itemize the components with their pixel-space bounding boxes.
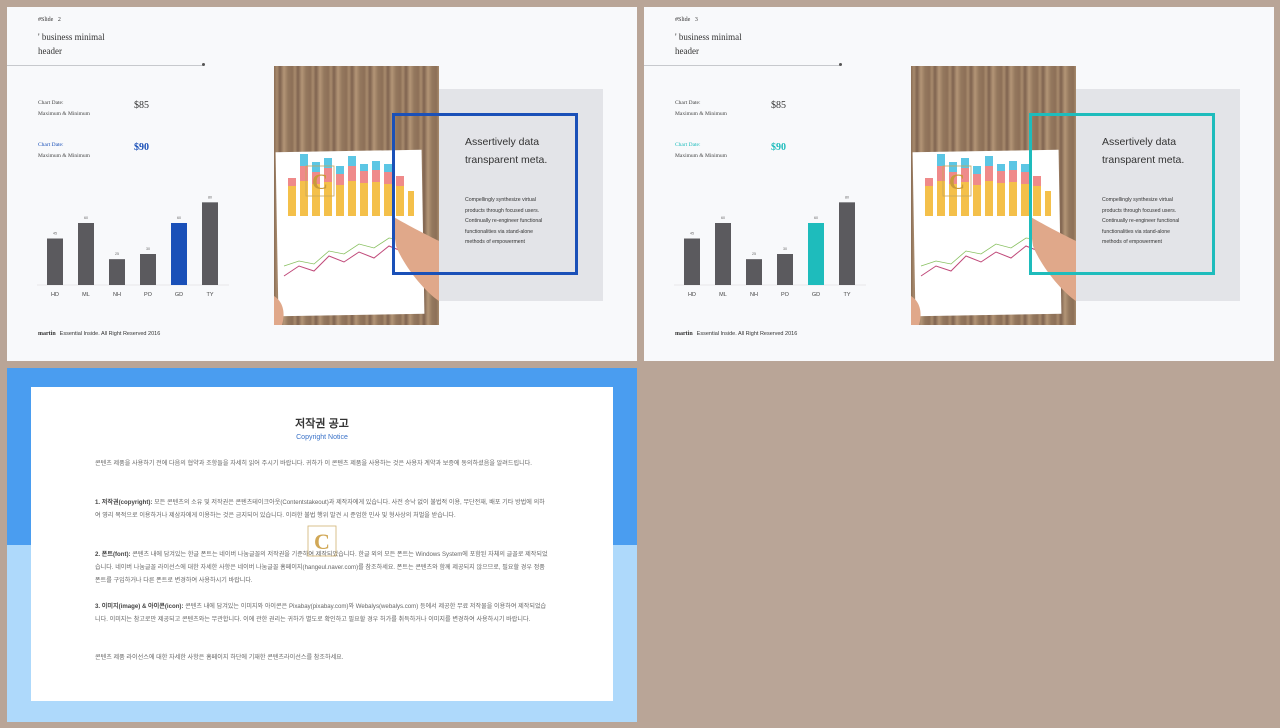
bar-po [777, 254, 793, 285]
notice-closing: 콘텐츠 제품 라이선스에 대한 자세한 사항은 홈페이지 하단에 기재한 콘텐츠… [95, 654, 344, 661]
bar-value-label: 25 [115, 252, 119, 256]
slide-thumbnail-3[interactable]: #Slide 3 ' business minimal header Chart … [644, 7, 1274, 361]
panel-title: Assertively data transparent meta. [465, 136, 548, 166]
svg-text:C: C [312, 169, 328, 194]
stat-label-1: Chart Date: Maximum & Minimum [38, 100, 90, 117]
stat-value-2: $90 [134, 142, 149, 153]
x-tick-label: TY [843, 292, 850, 298]
x-tick-label: GD [812, 292, 820, 298]
bar-ty [202, 202, 218, 285]
stat-value-2: $90 [771, 142, 786, 153]
x-tick-label: NH [750, 292, 758, 298]
header-divider [7, 65, 203, 66]
stat-value-1: $85 [771, 100, 786, 111]
stat-label-2: Chart Date: Maximum & Minimum [675, 142, 727, 159]
bar-ml [78, 223, 94, 285]
svg-text:C: C [949, 169, 965, 194]
bar-value-label: 80 [845, 195, 849, 199]
bar-chart: 45 HD 60 ML 25 NH 30 PO 60 GD 80 TY [37, 195, 229, 298]
slide-footer: martin Essential Inside. All Right Reserv… [38, 331, 161, 337]
notice-section-copyright: 1. 저작권(copyright): 모든 콘텐츠의 소유 및 저작권은 콘텐츠… [95, 499, 545, 519]
bar-value-label: 60 [721, 216, 725, 220]
x-tick-label: ML [719, 292, 727, 298]
bar-hd [684, 238, 700, 285]
bar-value-label: 60 [814, 216, 818, 220]
bar-ty [839, 202, 855, 285]
header-divider-dot [202, 63, 205, 66]
panel-body: Compellingly synthesize virtual products … [1102, 197, 1180, 245]
notice-subtitle: Copyright Notice [296, 434, 348, 441]
bar-gd [808, 223, 824, 285]
x-tick-label: HD [51, 292, 59, 298]
notice-title: 저작권 공고 [295, 418, 349, 430]
watermark-logo-icon: C [942, 165, 972, 197]
slide-number: #Slide 2 [38, 17, 61, 23]
bar-value-label: 60 [84, 216, 88, 220]
panel-body: Compellingly synthesize virtual products … [465, 197, 543, 245]
header-divider-dot [839, 63, 842, 66]
x-tick-label: PO [781, 292, 790, 298]
stat-label-2: Chart Date: Maximum & Minimum [38, 142, 90, 159]
svg-text:C: C [314, 529, 330, 554]
header-title: ' business minimal header [675, 32, 742, 56]
bar-gd [171, 223, 187, 285]
bar-value-label: 30 [146, 247, 150, 251]
slide-thumbnail-copyright-notice[interactable]: 저작권 공고 Copyright Notice 콘텐츠 제품을 사용하기 전에 … [7, 368, 637, 722]
x-tick-label: GD [175, 292, 183, 298]
bar-value-label: 60 [177, 216, 181, 220]
slide-number: #Slide 3 [675, 17, 698, 23]
header-divider [644, 65, 840, 66]
bar-value-label: 80 [208, 195, 212, 199]
x-tick-label: PO [144, 292, 153, 298]
x-tick-label: NH [113, 292, 121, 298]
bar-hd [47, 238, 63, 285]
bar-value-label: 45 [690, 232, 694, 236]
header-title: ' business minimal header [38, 32, 105, 56]
x-tick-label: TY [206, 292, 213, 298]
bar-ml [715, 223, 731, 285]
bar-nh [746, 259, 762, 285]
stat-value-1: $85 [134, 100, 149, 111]
bar-value-label: 25 [752, 252, 756, 256]
x-tick-label: HD [688, 292, 696, 298]
notice-card: 저작권 공고 Copyright Notice 콘텐츠 제품을 사용하기 전에 … [31, 387, 613, 701]
bar-value-label: 30 [783, 247, 787, 251]
bar-po [140, 254, 156, 285]
stat-label-1: Chart Date: Maximum & Minimum [675, 100, 727, 117]
slide-thumbnail-2[interactable]: #Slide 2 ' business minimal header Chart … [7, 7, 637, 361]
bar-value-label: 45 [53, 232, 57, 236]
slide-footer: martin Essential Inside. All Right Reserv… [675, 331, 798, 337]
watermark-logo-icon: C [307, 525, 337, 557]
watermark-logo-icon: C [305, 165, 335, 197]
bar-nh [109, 259, 125, 285]
x-tick-label: ML [82, 292, 90, 298]
notice-intro: 콘텐츠 제품을 사용하기 전에 다음의 협약과 조항들을 자세히 읽어 주시기 … [95, 460, 532, 467]
bar-chart: 45 HD 60 ML 25 NH 30 PO 60 GD 80 TY [674, 195, 866, 298]
panel-title: Assertively data transparent meta. [1102, 136, 1185, 166]
notice-section-image: 3. 이미지(image) & 아이콘(icon): 콘텐츠 내에 담겨있는 이… [95, 603, 547, 623]
